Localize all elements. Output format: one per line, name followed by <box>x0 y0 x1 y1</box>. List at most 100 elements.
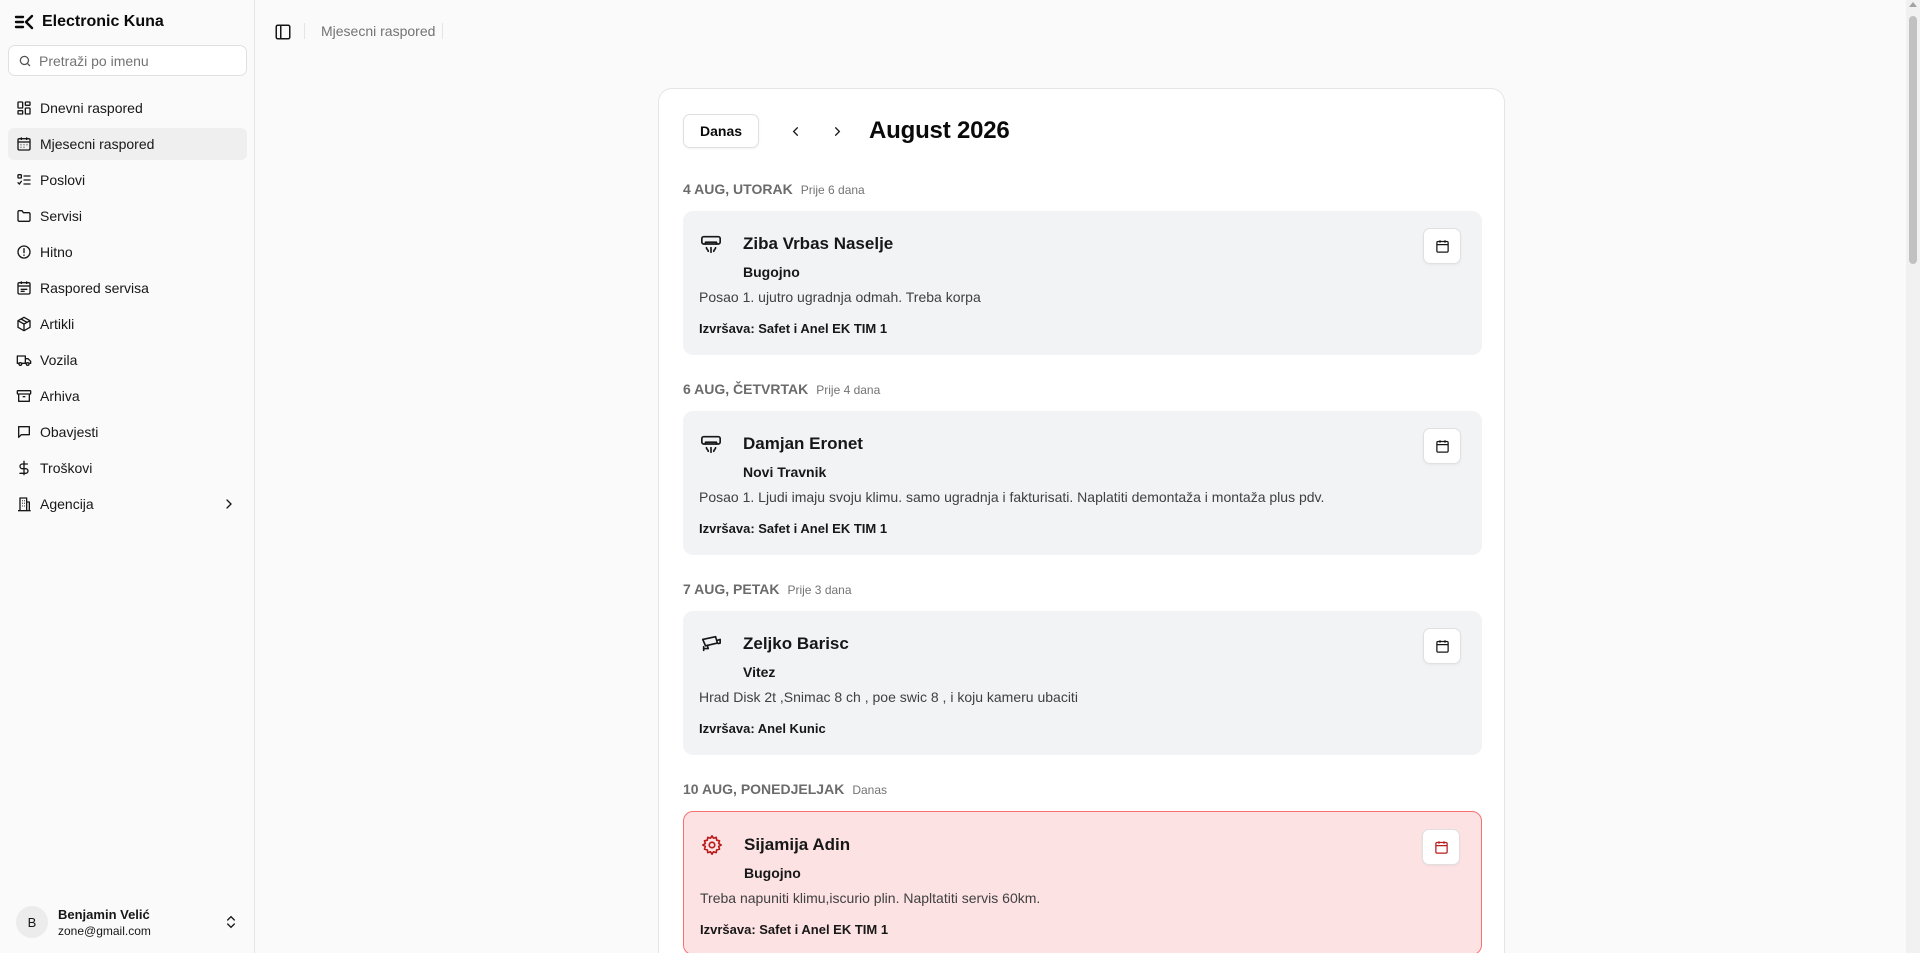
day-header: 6 AUG, ČETVRTAK Prije 4 dana <box>683 381 880 397</box>
sidebar-item-servisi[interactable]: Servisi <box>8 200 247 232</box>
sidebar-item-raspored-servisa[interactable]: Raspored servisa <box>8 272 247 304</box>
breadcrumb: Mjesecni raspored <box>321 23 436 39</box>
dashboard-icon <box>17 101 31 115</box>
top-bar: Mjesecni raspored <box>256 0 1906 64</box>
card-assignee: Izvršava: Anel Kunic <box>699 721 826 736</box>
sidebar-item-label: Dnevni raspored <box>40 100 143 116</box>
card-assignee: Izvršava: Safet i Anel EK TIM 1 <box>699 321 888 336</box>
page-scrollbar[interactable] <box>1906 0 1920 953</box>
main-content: Mjesecni raspored Danas August 2026 4 AU… <box>256 0 1906 953</box>
gear-icon <box>702 835 722 855</box>
day-header: 4 AUG, UTORAK Prije 6 dana <box>683 181 865 197</box>
calendar-icon <box>17 137 31 151</box>
sidebar-item-vozila[interactable]: Vozila <box>8 344 247 376</box>
prev-month-button[interactable] <box>777 114 813 148</box>
reschedule-button[interactable] <box>1422 829 1460 865</box>
user-menu[interactable]: B Benjamin Velić zone@gmail.com <box>8 900 247 944</box>
chevron-left-icon <box>792 126 798 136</box>
sidebar-item-troskovi[interactable]: Troškovi <box>8 452 247 484</box>
job-card-urgent[interactable]: Sijamija Adin Bugojno Treba napuniti kli… <box>683 811 1482 953</box>
job-card[interactable]: Zeljko Barisc Vitez Hrad Disk 2t ,Snimac… <box>683 611 1482 755</box>
dollar-icon <box>19 460 29 476</box>
day-date: 7 AUG, PETAK <box>683 581 780 597</box>
calendar-icon <box>1435 239 1449 253</box>
day-date: 4 AUG, UTORAK <box>683 181 793 197</box>
folder-icon <box>17 210 31 222</box>
sidebar-item-label: Servisi <box>40 208 83 224</box>
search-box[interactable] <box>8 45 247 76</box>
day-header: 10 AUG, PONEDJELJAK Danas <box>683 781 887 797</box>
sidebar-item-label: Obavjesti <box>40 424 99 440</box>
cctv-camera-icon <box>701 635 721 652</box>
month-title: August 2026 <box>869 117 1010 144</box>
sidebar-item-label: Agencija <box>40 496 94 512</box>
card-title: Ziba Vrbas Naselje <box>743 234 894 253</box>
sidebar-item-hitno[interactable]: Hitno <box>8 236 247 268</box>
sidebar-item-mjesecni-raspored[interactable]: Mjesecni raspored <box>8 128 247 160</box>
sidebar-item-label: Arhiva <box>40 388 80 404</box>
sidebar: Electronic Kuna Dnevni raspored Mjesecni… <box>0 0 255 953</box>
list-check-icon <box>17 174 31 186</box>
message-icon <box>18 426 30 438</box>
card-description: Posao 1. ujutro ugradnja odmah. Treba ko… <box>699 289 981 305</box>
sidebar-item-poslovi[interactable]: Poslovi <box>8 164 247 196</box>
calendar-panel: Danas August 2026 4 AUG, UTORAK Prije 6 … <box>658 88 1505 953</box>
sidebar-item-dnevni-raspored[interactable]: Dnevni raspored <box>8 92 247 124</box>
reschedule-button[interactable] <box>1423 228 1461 264</box>
calendar-days-icon <box>17 281 31 295</box>
sidebar-item-label: Artikli <box>40 316 75 332</box>
sidebar-toggle-icon[interactable] <box>274 23 292 41</box>
air-conditioner-icon <box>701 235 721 254</box>
job-card[interactable]: Ziba Vrbas Naselje Bugojno Posao 1. ujut… <box>683 211 1482 355</box>
card-assignee: Izvršava: Safet i Anel EK TIM 1 <box>699 521 888 536</box>
day-relative: Danas <box>852 783 887 797</box>
day-relative: Prije 6 dana <box>800 183 865 197</box>
day-header: 7 AUG, PETAK Prije 3 dana <box>683 581 852 597</box>
card-description: Posao 1. Ljudi imaju svoju klimu. samo u… <box>699 489 1325 505</box>
logo-icon <box>14 14 34 30</box>
calendar-icon <box>1435 439 1449 453</box>
reschedule-button[interactable] <box>1423 628 1461 664</box>
air-conditioner-icon <box>701 435 721 454</box>
card-city: Novi Travnik <box>743 464 827 480</box>
user-name: Benjamin Velić <box>58 906 150 922</box>
calendar-header: Danas August 2026 <box>683 114 1010 148</box>
search-input[interactable] <box>39 52 239 69</box>
chevron-right-icon <box>226 499 232 509</box>
user-email: zone@gmail.com <box>58 923 151 938</box>
app-name: Electronic Kuna <box>42 13 164 30</box>
scroll-up-arrow[interactable] <box>1909 2 1917 7</box>
card-city: Bugojno <box>744 865 801 881</box>
sidebar-item-label: Raspored servisa <box>40 280 149 296</box>
day-relative: Prije 4 dana <box>816 383 881 397</box>
sidebar-item-obavjesti[interactable]: Obavjesti <box>8 416 247 448</box>
chevron-right-icon <box>834 126 840 136</box>
card-city: Vitez <box>743 664 776 680</box>
sidebar-nav: Dnevni raspored Mjesecni raspored Poslov… <box>8 92 247 524</box>
calendar-icon <box>1434 840 1448 854</box>
sidebar-item-label: Troškovi <box>40 460 93 476</box>
reschedule-button[interactable] <box>1423 428 1461 464</box>
day-date: 10 AUG, PONEDJELJAK <box>683 781 845 797</box>
job-card[interactable]: Damjan Eronet Novi Travnik Posao 1. Ljud… <box>683 411 1482 555</box>
search-icon <box>19 55 31 66</box>
sidebar-item-agencija[interactable]: Agencija <box>8 488 247 520</box>
sidebar-item-artikli[interactable]: Artikli <box>8 308 247 340</box>
sidebar-item-arhiva[interactable]: Arhiva <box>8 380 247 412</box>
package-icon <box>17 316 31 332</box>
sidebar-item-label: Mjesecni raspored <box>40 136 155 152</box>
building-icon <box>18 497 31 512</box>
brand[interactable]: Electronic Kuna <box>14 13 164 31</box>
today-button[interactable]: Danas <box>683 114 760 148</box>
next-month-button[interactable] <box>819 114 855 148</box>
truck-icon <box>16 355 32 366</box>
alert-circle-icon <box>17 245 31 259</box>
card-city: Bugojno <box>743 264 800 280</box>
scrollbar-thumb[interactable] <box>1909 16 1917 264</box>
divider <box>304 23 305 39</box>
card-description: Hrad Disk 2t ,Snimac 8 ch , poe swic 8 ,… <box>699 689 1078 705</box>
archive-icon <box>16 390 32 402</box>
day-relative: Prije 3 dana <box>787 583 852 597</box>
calendar-icon <box>1435 639 1449 653</box>
chevrons-up-down-icon <box>227 915 235 929</box>
